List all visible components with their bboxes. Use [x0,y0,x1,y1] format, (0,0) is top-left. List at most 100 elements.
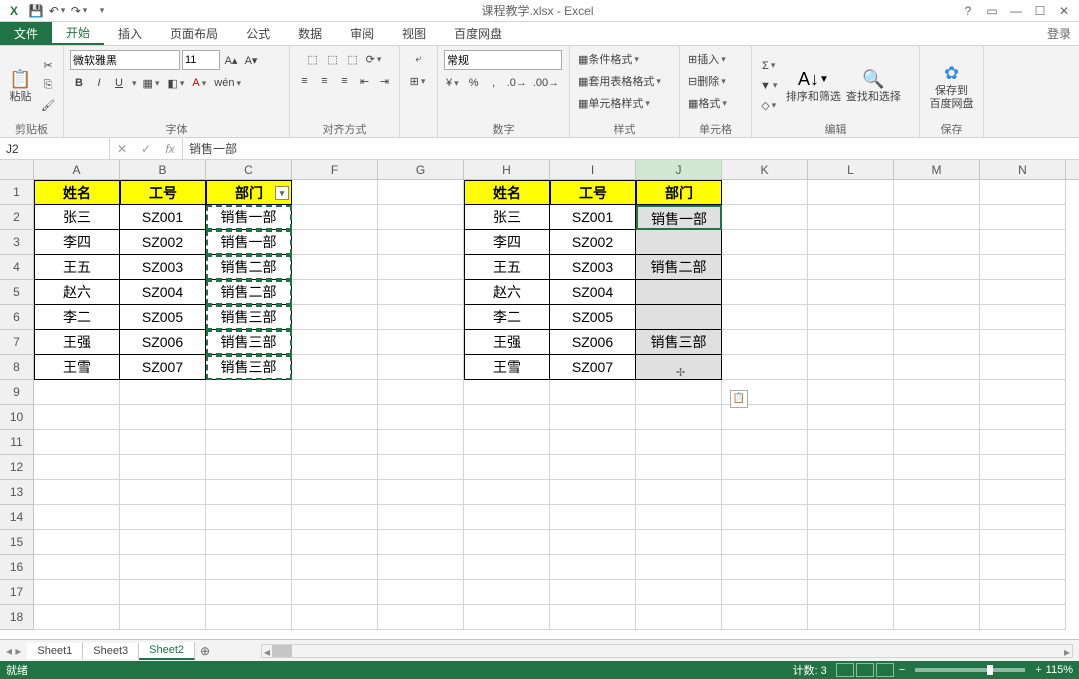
row-header[interactable]: 17 [0,580,34,605]
formula-input[interactable]: 销售一部 [183,138,1079,159]
cell[interactable] [292,580,378,605]
cell[interactable] [808,355,894,380]
cell[interactable] [378,205,464,230]
col-header[interactable]: M [894,160,980,179]
cell[interactable] [894,280,980,305]
cell[interactable] [636,605,722,630]
cell[interactable] [34,480,120,505]
cell[interactable] [894,205,980,230]
cell[interactable] [894,480,980,505]
minimize-icon[interactable]: — [1007,4,1025,18]
col-header[interactable]: C [206,160,292,179]
cell[interactable] [464,430,550,455]
zoom-out-icon[interactable]: − [899,664,905,676]
cell[interactable]: 销售三部 [206,305,292,330]
cell[interactable] [206,605,292,630]
undo-icon[interactable]: ↶▾ [48,2,68,20]
paste-options-icon[interactable]: 📋 [730,390,748,408]
cell[interactable] [120,555,206,580]
cell[interactable] [808,255,894,280]
cell[interactable] [894,430,980,455]
cell[interactable] [808,555,894,580]
add-sheet-icon[interactable]: ⊕ [195,644,215,658]
copy-icon[interactable]: ⎘ [39,77,57,95]
cell[interactable] [34,405,120,430]
row-header[interactable]: 4 [0,255,34,280]
cell[interactable] [206,555,292,580]
cell[interactable] [980,180,1066,205]
cell[interactable] [464,530,550,555]
row-header[interactable]: 3 [0,230,34,255]
cell[interactable] [378,330,464,355]
cell[interactable] [292,430,378,455]
cell[interactable] [378,430,464,455]
col-header[interactable]: B [120,160,206,179]
tab-formulas[interactable]: 公式 [232,22,284,45]
fill-color-icon[interactable]: ◧▾ [165,74,188,92]
cell[interactable] [980,205,1066,230]
cell[interactable]: 李二 [34,305,120,330]
cell[interactable] [292,455,378,480]
cell[interactable] [980,505,1066,530]
cell[interactable] [808,605,894,630]
cell-style-button[interactable]: ▦ 单元格样式▾ [576,94,654,112]
italic-button[interactable]: I [90,74,108,92]
cell[interactable] [378,230,464,255]
cell[interactable] [292,480,378,505]
comma-icon[interactable]: , [485,74,503,92]
cell[interactable] [34,380,120,405]
cell[interactable] [980,355,1066,380]
cell[interactable] [206,580,292,605]
ribbon-options-icon[interactable]: ▭ [983,4,1001,18]
cell[interactable] [722,255,808,280]
row-header[interactable]: 16 [0,555,34,580]
cell[interactable] [292,330,378,355]
cell[interactable]: 销售二部 [206,280,292,305]
cell[interactable] [292,255,378,280]
find-select-button[interactable]: 🔍 查找和选择 [845,57,901,115]
cell[interactable] [894,380,980,405]
cell[interactable] [292,180,378,205]
row-header[interactable]: 2 [0,205,34,230]
cell[interactable] [636,480,722,505]
cut-icon[interactable]: ✂ [39,57,57,75]
cell[interactable] [808,430,894,455]
cell[interactable] [636,405,722,430]
cancel-formula-icon[interactable]: ✕ [110,142,134,156]
cell[interactable] [722,430,808,455]
row-header[interactable]: 7 [0,330,34,355]
name-box[interactable]: J2 [0,138,110,159]
font-color-icon[interactable]: A▾ [190,74,210,92]
format-painter-icon[interactable]: 🖌 [39,97,57,115]
cell[interactable]: 王强 [34,330,120,355]
cell[interactable]: 王五 [34,255,120,280]
align-middle-icon[interactable]: ⬚ [324,50,342,68]
format-cells-button[interactable]: ▦ 格式▾ [686,94,731,112]
cell[interactable]: 王雪 [34,355,120,380]
cell[interactable]: 姓名 [464,180,550,205]
cell[interactable]: SZ004 [120,280,206,305]
align-center-icon[interactable]: ≡ [316,72,334,90]
qat-customize-icon[interactable]: ▾ [92,2,112,20]
cell[interactable] [34,580,120,605]
cell[interactable] [808,230,894,255]
cell[interactable] [550,505,636,530]
tab-home[interactable]: 开始 [52,22,104,45]
cell[interactable] [292,280,378,305]
cell[interactable] [120,530,206,555]
cell[interactable] [464,480,550,505]
cell[interactable]: 销售三部 [206,355,292,380]
align-bottom-icon[interactable]: ⬚ [344,50,362,68]
cell[interactable] [980,580,1066,605]
cell[interactable] [34,530,120,555]
cell[interactable] [378,480,464,505]
col-header[interactable]: L [808,160,894,179]
cell[interactable]: 销售三部 [206,330,292,355]
cell[interactable] [292,505,378,530]
fill-icon[interactable]: ▼▾ [758,77,781,95]
tab-file[interactable]: 文件 [0,22,52,45]
cell[interactable] [894,180,980,205]
cond-format-button[interactable]: ▦ 条件格式▾ [576,50,643,68]
row-header[interactable]: 8 [0,355,34,380]
view-pagelayout-icon[interactable] [856,663,874,677]
